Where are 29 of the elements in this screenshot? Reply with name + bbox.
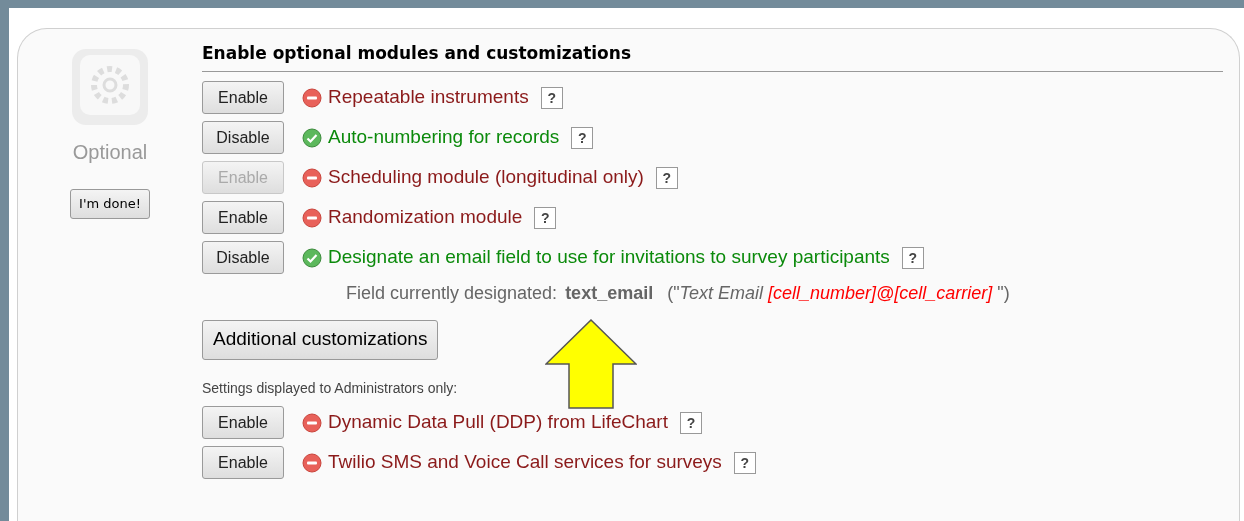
toggle-button[interactable]: Enable	[202, 406, 284, 439]
note-label: Field currently designated:	[346, 282, 558, 305]
toggle-button[interactable]: Enable	[202, 446, 284, 479]
module-title: Designate an email field to use for invitations to survey participants	[328, 245, 890, 270]
help-button[interactable]: ?	[540, 86, 563, 109]
module-title: Twilio SMS and Voice Call services for surveys	[328, 450, 722, 475]
module-title: Randomization module	[328, 205, 523, 230]
toggle-button[interactable]: Enable	[202, 201, 284, 234]
admin-label: Settings displayed to Administrators only:	[202, 378, 459, 398]
help-button[interactable]: ?	[733, 451, 756, 474]
help-button[interactable]: ?	[534, 206, 557, 229]
section-heading: Enable optional modules and customizations	[202, 41, 1223, 72]
up-arrow-icon	[545, 319, 637, 409]
toggle-button[interactable]: Disable	[202, 121, 284, 154]
toggle-button[interactable]: Disable	[202, 241, 284, 274]
module-title: Scheduling module (longitudinal only)	[328, 165, 644, 190]
sidebar-label: Optional	[72, 140, 148, 165]
field-name: text_email	[565, 282, 654, 305]
done-button[interactable]: I'm done!	[70, 189, 150, 219]
module-title: Dynamic Data Pull (DDP) from LifeChart	[328, 410, 668, 435]
gear-icon	[70, 47, 150, 127]
help-button[interactable]: ?	[901, 246, 924, 269]
help-button[interactable]: ?	[680, 411, 702, 434]
customizations-button[interactable]: Additional customizations	[202, 319, 439, 360]
module-title: Repeatable instruments	[328, 85, 529, 110]
toggle-button[interactable]: Enable	[202, 81, 284, 114]
module-title: Auto-numbering for records	[328, 125, 560, 150]
field-label: ("Text Email [cell_number]@[cell_carrier] ")	[667, 282, 1010, 305]
help-button[interactable]: ?	[571, 126, 594, 149]
